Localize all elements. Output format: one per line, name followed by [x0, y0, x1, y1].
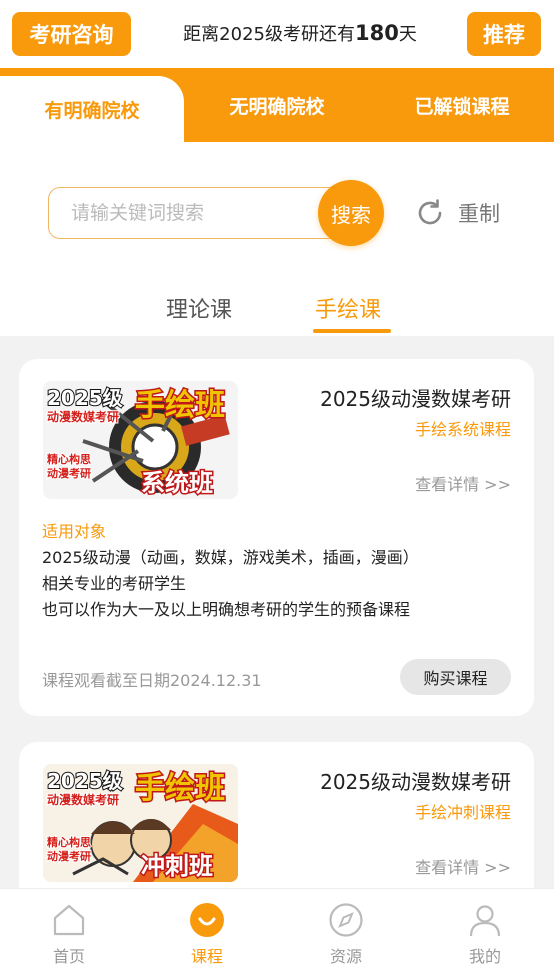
search-button[interactable]: 搜索 [318, 180, 384, 246]
view-details-link[interactable]: 查看详情 >> [415, 854, 511, 878]
thumb-line: 动漫数媒考研 [47, 409, 119, 424]
course-smile-icon [188, 901, 226, 939]
top-bar: 考研咨询 距离2025级考研还有180天 推荐 [0, 0, 554, 68]
thumb-badge: 冲刺班 [141, 852, 213, 880]
nav-label: 课程 [190, 947, 223, 966]
thumb-line: 动漫数媒考研 [47, 792, 119, 807]
tab-no-clear-school[interactable]: 无明确院校 [184, 68, 370, 142]
course-desc-line: 2025级动漫（动画，数媒，游戏美术，插画，漫画） [42, 548, 419, 567]
thumb-year: 2025级 [47, 386, 123, 410]
search-input[interactable] [71, 188, 311, 238]
thumb-badge: 系统班 [141, 469, 213, 497]
course-title: 2025级动漫数媒考研 [320, 387, 511, 411]
course-desc-line: 也可以作为大一及以上明确想考研的学生的预备课程 [42, 600, 411, 619]
thumb-big: 手绘班 [135, 771, 225, 806]
thumb-year: 2025级 [47, 769, 123, 793]
nav-item-resources[interactable]: 资源 [277, 889, 415, 970]
subtab-active-indicator [313, 329, 391, 333]
home-icon [50, 901, 88, 939]
search-area: 搜索 重制 理论课 手绘课 [0, 142, 554, 336]
thumb-small1: 精心构思 [47, 835, 91, 849]
course-subtitle: 手绘系统课程 [414, 420, 511, 439]
nav-label: 首页 [52, 947, 85, 966]
course-subtitle: 手绘冲刺课程 [414, 803, 511, 822]
nav-label: 我的 [468, 947, 501, 966]
thumb-small1: 精心构思 [47, 452, 91, 466]
tab-clear-school[interactable]: 有明确院校 [0, 76, 184, 142]
countdown-prefix: 距离2025级考研还有 [183, 24, 355, 45]
course-card[interactable]: 2025级 手绘班 动漫数媒考研 精心构思 动漫考研 系统班 2025级动漫数媒… [19, 359, 534, 716]
subtab-hand-drawing[interactable]: 手绘课 [315, 292, 381, 324]
search-box [48, 187, 348, 239]
nav-item-mine[interactable]: 我的 [416, 889, 554, 970]
nav-item-course[interactable]: 课程 [138, 889, 276, 970]
bottom-nav: 首页 课程 资源 我的 [0, 888, 554, 970]
subtab-theory[interactable]: 理论课 [166, 292, 232, 324]
refresh-icon [418, 199, 442, 225]
compass-icon [327, 901, 365, 939]
reset-label: 重制 [458, 202, 500, 226]
course-thumbnail: 2025级 手绘班 动漫数媒考研 精心构思 动漫考研 冲刺班 [43, 764, 238, 882]
thumb-big: 手绘班 [135, 388, 225, 423]
category-tabs: 有明确院校 无明确院校 已解锁课程 [0, 68, 554, 142]
countdown-suffix: 天 [398, 24, 417, 45]
exam-countdown: 距离2025级考研还有180天 [140, 20, 460, 46]
user-icon [466, 901, 504, 939]
thumb-small2: 动漫考研 [47, 466, 91, 480]
nav-item-home[interactable]: 首页 [0, 889, 138, 970]
recommend-button[interactable]: 推荐 [467, 12, 541, 56]
target-audience-label: 适用对象 [42, 522, 107, 541]
reset-button[interactable]: 重制 [414, 197, 500, 229]
course-desc-line: 相关专业的考研学生 [42, 574, 187, 593]
course-deadline: 课程观看截至日期2024.12.31 [42, 671, 262, 690]
view-details-link[interactable]: 查看详情 >> [415, 471, 511, 495]
consult-button[interactable]: 考研咨询 [12, 12, 131, 56]
buy-course-button[interactable]: 购买课程 [400, 659, 511, 695]
course-title: 2025级动漫数媒考研 [320, 770, 511, 794]
course-card[interactable]: 2025级 手绘班 动漫数媒考研 精心构思 动漫考研 冲刺班 2025级动漫数媒… [19, 742, 534, 912]
course-thumbnail: 2025级 手绘班 动漫数媒考研 精心构思 动漫考研 系统班 [43, 381, 238, 499]
thumb-small2: 动漫考研 [47, 849, 91, 863]
nav-label: 资源 [329, 947, 362, 966]
tab-unlocked-courses[interactable]: 已解锁课程 [370, 68, 554, 142]
countdown-days: 180 [354, 21, 399, 45]
